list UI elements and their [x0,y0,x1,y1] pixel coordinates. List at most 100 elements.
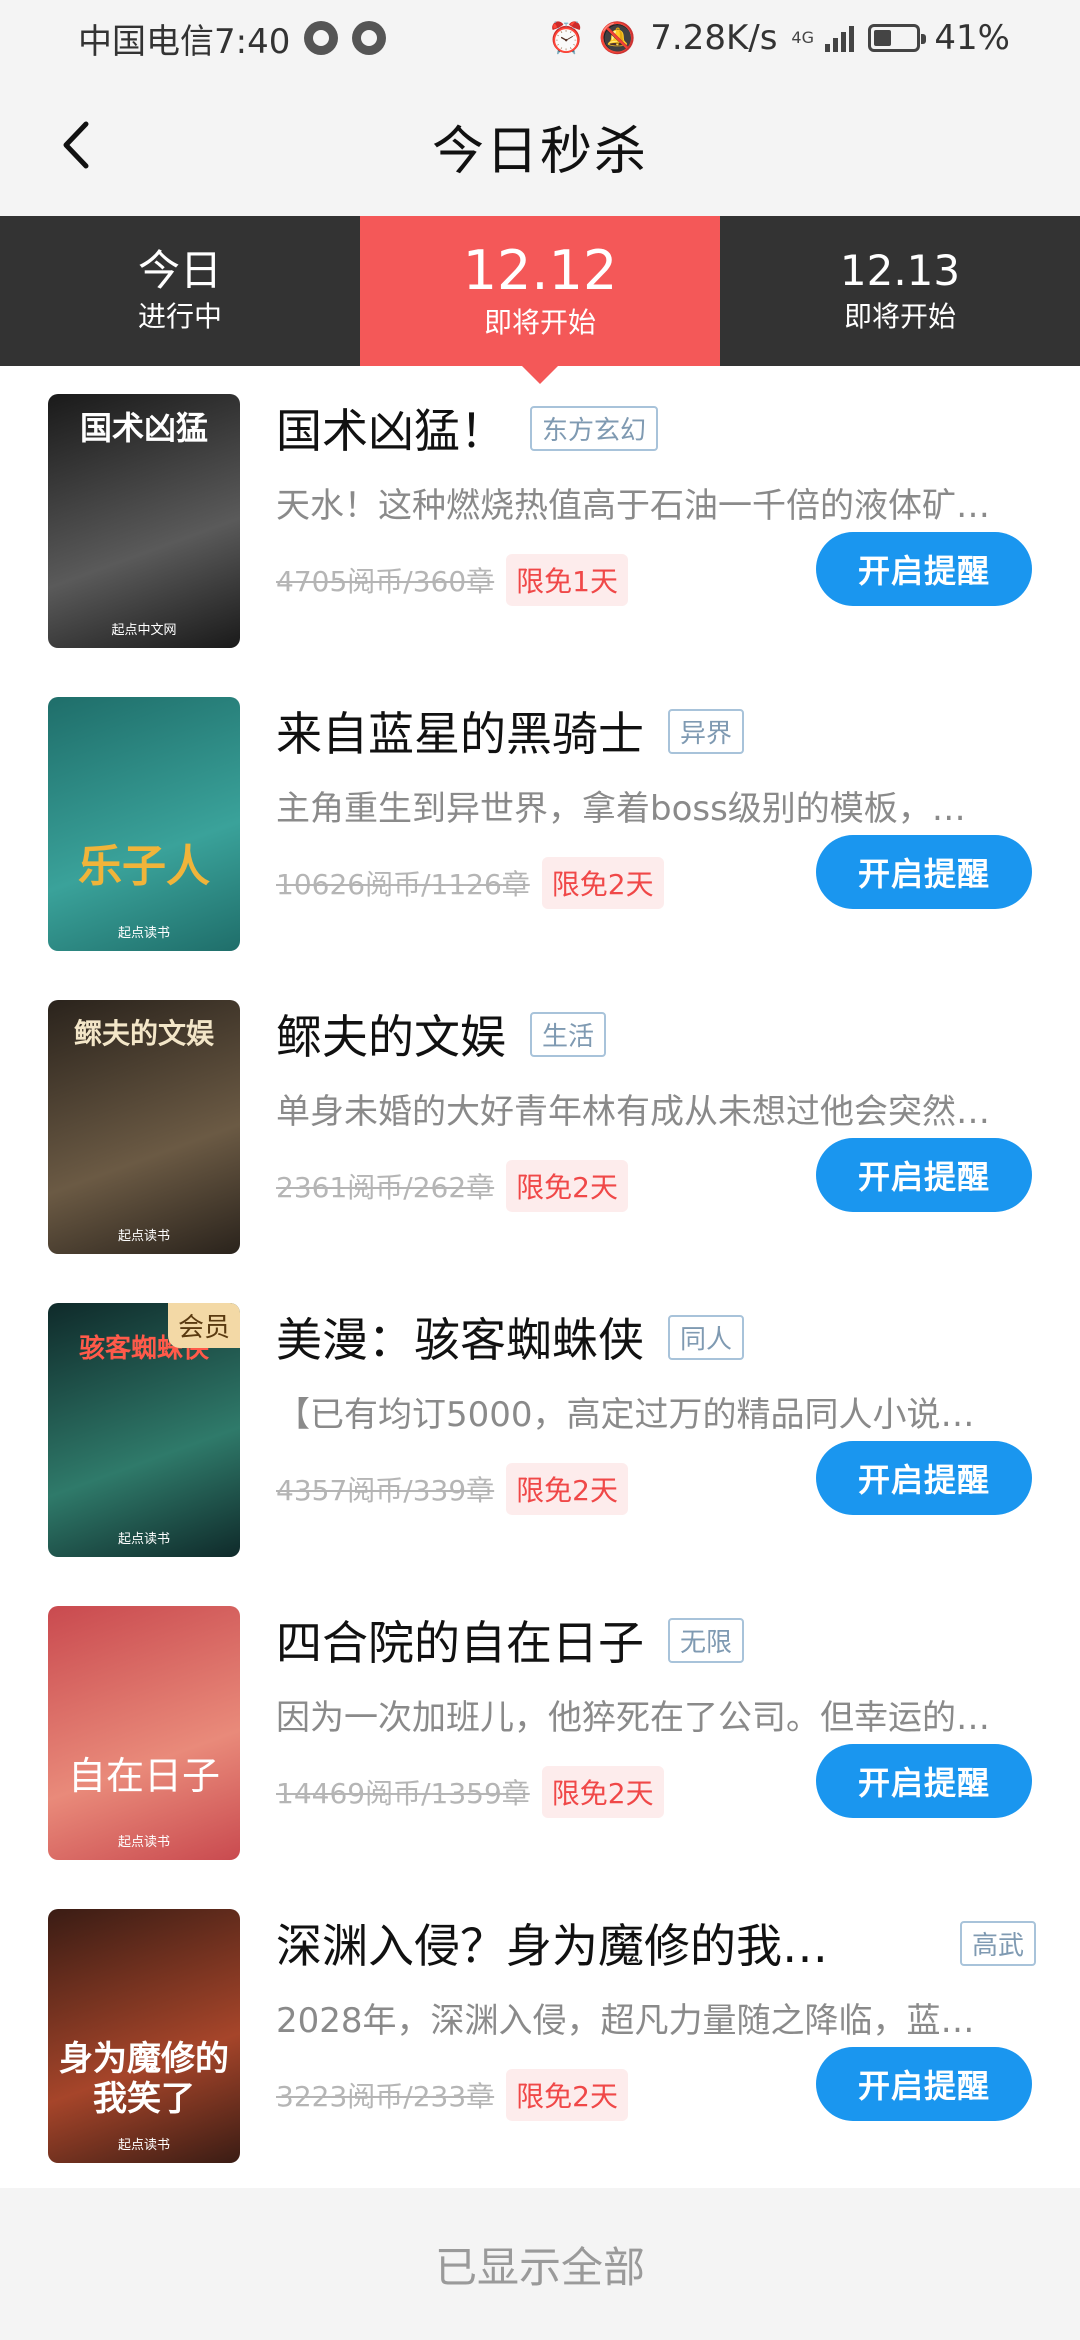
book-cover[interactable]: 国术凶猛 起点中文网 [48,394,240,648]
tab-status: 进行中 [137,300,222,333]
free-period-badge: 限免2天 [506,2069,628,2121]
price-row: 4357阅币/339章 限免2天 [276,1461,628,1517]
cover-brand: 起点读书 [117,1229,170,1244]
mute-icon: 🔕 [598,20,637,56]
genre-tag: 高武 [959,1920,1036,1966]
tab-today[interactable]: 今日 进行中 [0,216,360,366]
book-title-row: 美漫：骇客蜘蛛侠 同人 [276,1305,1036,1369]
book-title[interactable]: 美漫：骇客蜘蛛侠 [276,1304,644,1370]
price-row: 10626阅币/1126章 限免2天 [276,855,664,911]
list-item[interactable]: 鳏夫的文娱 起点读书 鳏夫的文娱 生活 单身未婚的大好青年林有成从未想过他会突然… [0,972,1080,1275]
carrier-time: 中国电信7:40 [78,21,291,62]
tab-label: 12.12 [462,239,618,302]
cover-brand: 起点中文网 [111,623,177,638]
book-description: 【已有均订5000，高定过万的精品同人小说… [276,1395,975,1435]
tab-label: 今日 [137,246,222,295]
alarm-icon: ⏰ [547,20,585,56]
genre-tag: 生活 [530,1011,607,1057]
book-title-row: 鳏夫的文娱 生活 [276,1002,1036,1066]
cover-title: 乐子人 [78,841,210,892]
original-price: 10626阅币/1126章 [276,868,530,901]
price-row: 3223阅币/233章 限免2天 [276,2067,628,2123]
book-list: 国术凶猛 起点中文网 国术凶猛！ 东方玄幻 天水！这种燃烧热值高于石油一千倍的液… [0,366,1080,2184]
free-period-badge: 限免2天 [541,1766,664,1818]
book-description: 主角重生到异世界，拿着boss级别的模板，… [276,789,966,829]
tab-12-12[interactable]: 12.12 即将开始 [360,216,720,384]
free-period-badge: 限免1天 [506,554,628,606]
original-price: 2361阅币/262章 [276,1171,495,1204]
cover-title: 自在日子 [67,1754,220,1798]
status-left: 中国电信7:40 [78,14,387,63]
free-period-badge: 限免2天 [541,857,664,909]
remind-button[interactable]: 开启提醒 [816,835,1032,909]
back-button[interactable] [40,110,110,180]
battery-level: 41% [934,18,1010,58]
book-cover[interactable]: 乐子人 起点读书 [48,697,240,951]
remind-button[interactable]: 开启提醒 [816,1441,1032,1515]
book-description: 因为一次加班儿，他猝死在了公司。但幸运的… [276,1698,990,1738]
book-description: 天水！这种燃烧热值高于石油一千倍的液体矿… [276,486,990,526]
book-title-row: 四合院的自在日子 无限 [276,1608,1036,1672]
list-item[interactable]: 国术凶猛 起点中文网 国术凶猛！ 东方玄幻 天水！这种燃烧热值高于石油一千倍的液… [0,366,1080,669]
price-row: 14469阅币/1359章 限免2天 [276,1764,664,1820]
remind-button[interactable]: 开启提醒 [816,2047,1032,2121]
book-cover[interactable]: 骇客蜘蛛侠 会员 起点读书 [48,1303,240,1557]
date-tabs: 今日 进行中 12.12 即将开始 12.13 即将开始 [0,216,1080,384]
original-price: 4357阅币/339章 [276,1474,495,1507]
cover-title: 国术凶猛 [79,409,208,447]
app-header: 今日秒杀 [0,76,1080,216]
genre-tag: 同人 [668,1314,745,1360]
book-title-row: 来自蓝星的黑骑士 异界 [276,699,1036,763]
cover-brand: 起点读书 [117,2138,170,2153]
net-type-label: 4G [791,28,814,47]
net-speed: 7.28K/s [650,18,778,58]
member-badge: 会员 [167,1303,240,1348]
original-price: 4705阅币/360章 [276,565,495,598]
book-description: 单身未婚的大好青年林有成从未想过他会突然… [276,1092,990,1132]
book-cover[interactable]: 身为魔修的我笑了 起点读书 [48,1909,240,2163]
book-title[interactable]: 深渊入侵？身为魔修的我… [276,1910,828,1976]
signal-icon [825,24,855,52]
remind-button[interactable]: 开启提醒 [816,1744,1032,1818]
remind-button[interactable]: 开启提醒 [816,532,1032,606]
cover-title: 鳏夫的文娱 [73,1017,214,1050]
tab-status: 即将开始 [843,300,956,333]
book-cover[interactable]: 自在日子 起点读书 [48,1606,240,1860]
cover-brand: 起点读书 [117,1835,170,1850]
list-item[interactable]: 乐子人 起点读书 来自蓝星的黑骑士 异界 主角重生到异世界，拿着boss级别的模… [0,669,1080,972]
remind-button[interactable]: 开启提醒 [816,1138,1032,1212]
book-cover[interactable]: 鳏夫的文娱 起点读书 [48,1000,240,1254]
list-item[interactable]: 骇客蜘蛛侠 会员 起点读书 美漫：骇客蜘蛛侠 同人 【已有均订5000，高定过万… [0,1275,1080,1578]
book-title-row: 国术凶猛！ 东方玄幻 [276,396,1036,460]
tab-label: 12.13 [839,246,961,295]
price-row: 2361阅币/262章 限免2天 [276,1158,628,1214]
book-title-row: 深渊入侵？身为魔修的我… 高武 [276,1911,1036,1975]
genre-tag: 东方玄幻 [530,405,659,451]
cover-brand: 起点读书 [117,926,170,941]
book-title[interactable]: 来自蓝星的黑骑士 [276,698,644,764]
status-right: ⏰ 🔕 7.28K/s 4G 41% [548,18,1010,58]
app-notification-icon [304,21,339,55]
free-period-badge: 限免2天 [506,1160,628,1212]
tab-12-13[interactable]: 12.13 即将开始 [720,216,1080,366]
free-period-badge: 限免2天 [506,1463,628,1515]
list-item[interactable]: 身为魔修的我笑了 起点读书 深渊入侵？身为魔修的我… 高武 2028年，深渊入侵… [0,1881,1080,2184]
cover-title: 身为魔修的我笑了 [59,2039,229,2119]
genre-tag: 异界 [668,708,745,754]
original-price: 3223阅币/233章 [276,2080,495,2113]
battery-icon [868,24,927,52]
app-notification-icon [352,21,387,55]
list-end-indicator: 已显示全部 [0,2188,1080,2340]
list-item[interactable]: 自在日子 起点读书 四合院的自在日子 无限 因为一次加班儿，他猝死在了公司。但幸… [0,1578,1080,1881]
genre-tag: 无限 [668,1617,745,1663]
book-title[interactable]: 鳏夫的文娱 [276,1001,506,1067]
book-title[interactable]: 国术凶猛！ [276,395,506,461]
original-price: 14469阅币/1359章 [276,1777,530,1810]
chevron-left-icon [63,121,89,169]
book-title[interactable]: 四合院的自在日子 [276,1607,644,1673]
cover-brand: 起点读书 [117,1532,170,1547]
status-bar: 中国电信7:40 ⏰ 🔕 7.28K/s 4G 41% [0,0,1080,76]
book-description: 2028年，深渊入侵，超凡力量随之降临，蓝… [276,2001,975,2041]
price-row: 4705阅币/360章 限免1天 [276,552,628,608]
tab-status: 即将开始 [483,306,596,339]
